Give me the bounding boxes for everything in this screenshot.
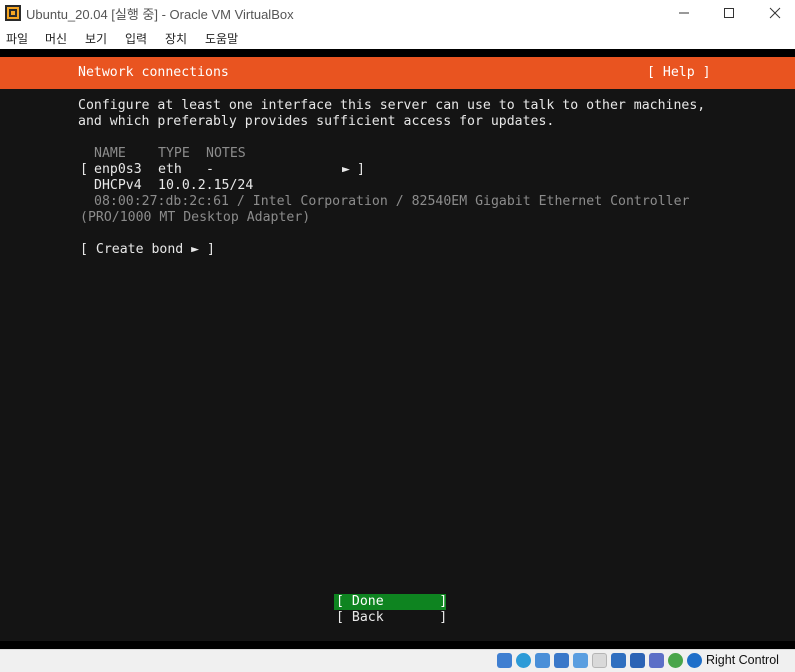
dhcp-label: DHCPv4	[94, 178, 142, 193]
description-line-2: and which preferably provides sufficient…	[78, 114, 555, 129]
minimize-button[interactable]	[661, 0, 707, 26]
column-header-type: TYPE	[158, 146, 190, 161]
interface-bracket-open: [	[80, 162, 88, 177]
display-icon[interactable]	[611, 653, 626, 668]
interface-notes: -	[206, 162, 214, 177]
host-key-label: Right Control	[706, 653, 779, 667]
close-button[interactable]	[752, 0, 795, 26]
column-header-name: NAME	[94, 146, 126, 161]
virtualbox-icon	[5, 5, 21, 21]
interface-row-enp0s3[interactable]: [ enp0s3 eth - ► ]	[0, 162, 795, 433]
cpu-activity-icon[interactable]	[668, 653, 683, 668]
menu-bar: 파일 머신 보기 입력 장치 도움말	[0, 26, 795, 48]
interface-name: enp0s3	[94, 162, 142, 177]
console-top-border	[0, 49, 795, 57]
ip-address: 10.0.2.15/24	[158, 178, 254, 193]
interface-arrow-icon: ►	[342, 162, 350, 177]
network-icon[interactable]	[554, 653, 569, 668]
console-bottom-border	[0, 641, 795, 649]
status-bar: Right Control	[0, 649, 795, 672]
column-header-notes: NOTES	[206, 146, 246, 161]
menu-input[interactable]: 입력	[125, 30, 147, 47]
window-title: Ubuntu_20.04 [실행 중] - Oracle VM VirtualB…	[26, 7, 294, 22]
menu-help[interactable]: 도움말	[205, 30, 238, 47]
mouse-integration-icon[interactable]	[687, 653, 702, 668]
create-bond-button[interactable]: [ Create bond ► ]	[80, 242, 215, 258]
minimize-icon	[679, 12, 689, 14]
usb-icon[interactable]	[573, 653, 588, 668]
window-titlebar[interactable]: Ubuntu_20.04 [실행 중] - Oracle VM VirtualB…	[0, 0, 795, 26]
shared-folders-icon[interactable]	[592, 653, 607, 668]
back-button[interactable]: [ Back ]	[336, 610, 447, 626]
hard-disk-icon[interactable]	[497, 653, 512, 668]
menu-devices[interactable]: 장치	[165, 30, 187, 47]
help-button[interactable]: [ Help ]	[647, 65, 711, 81]
menu-view[interactable]: 보기	[85, 30, 107, 47]
menu-file[interactable]: 파일	[6, 30, 28, 47]
page-title: Network connections	[78, 65, 229, 80]
maximize-button[interactable]	[706, 0, 752, 26]
interface-detail-line-1: 08:00:27:db:2c:61 / Intel Corporation / …	[94, 194, 690, 209]
close-icon	[769, 7, 781, 19]
audio-icon[interactable]	[535, 653, 550, 668]
interface-bracket-close: ]	[357, 162, 365, 177]
video-capture-icon[interactable]	[630, 653, 645, 668]
maximize-icon	[724, 8, 734, 18]
interface-type: eth	[158, 162, 182, 177]
virtualization-icon[interactable]	[649, 653, 664, 668]
done-button[interactable]: [ Done ]	[334, 594, 448, 610]
description-line-1: Configure at least one interface this se…	[78, 98, 706, 113]
menu-machine[interactable]: 머신	[45, 30, 67, 47]
interface-detail-line-2: (PRO/1000 MT Desktop Adapter)	[80, 210, 311, 225]
done-button-label: [ Done ]	[336, 594, 448, 609]
vm-console-screen[interactable]: Network connections [ Help ] Configure a…	[0, 49, 795, 649]
optical-drive-icon[interactable]	[516, 653, 531, 668]
